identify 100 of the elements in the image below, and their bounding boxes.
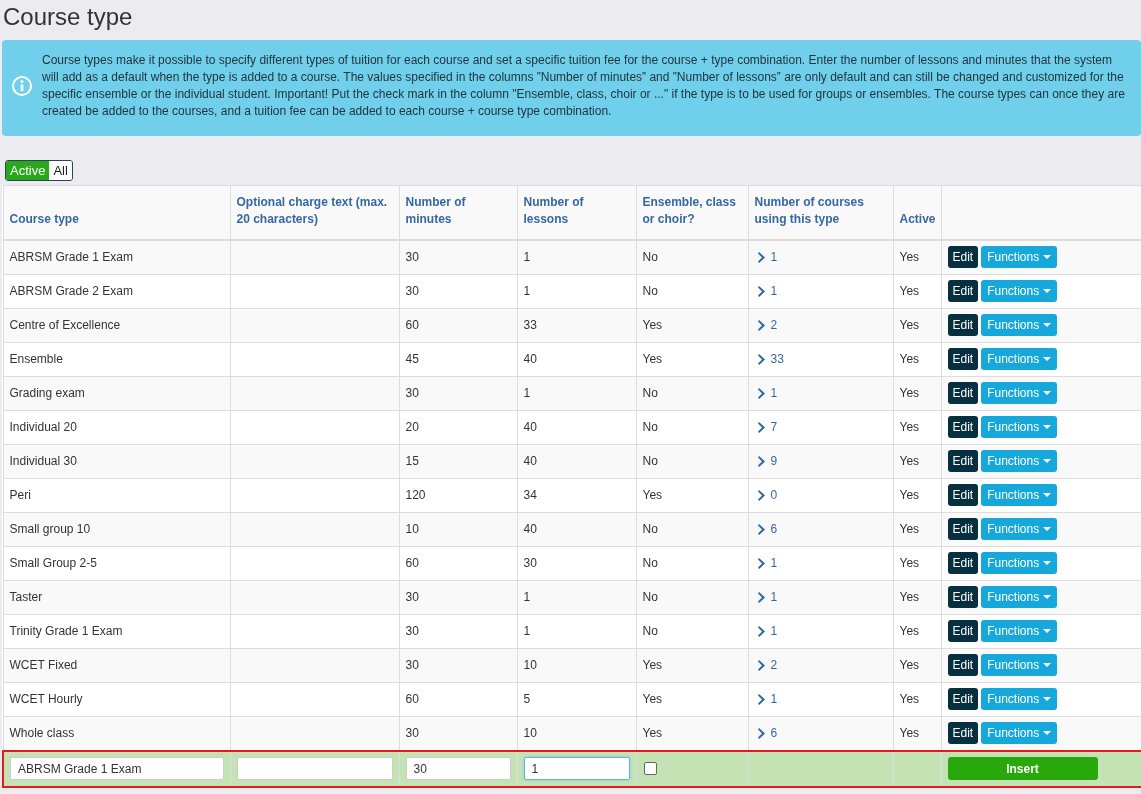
- chevron-right-icon: [757, 388, 765, 400]
- table-cell: Yes: [636, 682, 748, 717]
- course-count-link[interactable]: 1: [770, 249, 778, 267]
- table-cell: 34: [517, 478, 636, 513]
- caret-icon: [1043, 255, 1052, 260]
- table-cell: 5: [517, 682, 636, 717]
- edit-button[interactable]: Edit: [947, 450, 979, 473]
- table-cell: Yes: [893, 546, 941, 581]
- table-cell: No: [636, 614, 748, 649]
- table-cell: Individual 20: [3, 410, 230, 445]
- table-cell: Yes: [636, 648, 748, 683]
- table-cell: WCET Hourly: [3, 682, 230, 717]
- edit-button[interactable]: Edit: [947, 620, 979, 643]
- table-cell: 10: [399, 512, 517, 547]
- chevron-right-icon: [757, 286, 765, 298]
- table-cell: Taster: [3, 580, 230, 615]
- table-cell: Yes: [893, 308, 941, 343]
- edit-button[interactable]: Edit: [947, 586, 979, 609]
- chevron-right-icon: [757, 728, 765, 740]
- input-field[interactable]: [236, 757, 393, 781]
- course-count-link[interactable]: 33: [770, 351, 784, 369]
- course-count-link[interactable]: 6: [770, 521, 778, 539]
- table-cell: WCET Fixed: [3, 648, 230, 683]
- course-count-link[interactable]: 2: [770, 657, 778, 675]
- table-cell: 1: [517, 240, 636, 275]
- input-field[interactable]: ABRSM Grade 1 Exam: [10, 757, 224, 781]
- table-cell: Yes: [893, 682, 941, 717]
- chevron-right-icon: [757, 558, 765, 570]
- caret-icon: [1043, 595, 1052, 600]
- caret-icon: [1043, 425, 1052, 430]
- table-cell: No: [636, 580, 748, 615]
- input-field[interactable]: 30: [405, 757, 511, 781]
- table-cell: 60: [399, 308, 517, 343]
- table-cell: 120: [399, 478, 517, 513]
- course-count-link[interactable]: 1: [770, 555, 778, 573]
- table-cell: 1: [517, 614, 636, 649]
- table-cell: Grading exam: [3, 376, 230, 411]
- filter-toggle[interactable]: Active: [6, 161, 50, 181]
- page-title: Course type: [3, 2, 133, 32]
- course-count-link[interactable]: 1: [770, 385, 778, 403]
- filter-toggle[interactable]: All: [49, 161, 72, 181]
- chevron-right-icon: [757, 422, 765, 434]
- table-cell: 30: [399, 614, 517, 649]
- course-count-link[interactable]: 1: [770, 589, 778, 607]
- table-cell: ABRSM Grade 1 Exam: [3, 240, 230, 275]
- table-cell: No: [636, 512, 748, 547]
- table-cell: Small Group 2-5: [3, 546, 230, 581]
- table-cell: Peri: [3, 478, 230, 513]
- caret-icon: [1043, 663, 1052, 668]
- table-cell: Yes: [893, 274, 941, 309]
- course-count-link[interactable]: 1: [770, 623, 778, 641]
- checkbox[interactable]: [643, 762, 657, 776]
- caret-icon: [1043, 323, 1052, 328]
- caret-icon: [1043, 459, 1052, 464]
- info-icon: [12, 76, 32, 97]
- edit-button[interactable]: Edit: [947, 654, 979, 677]
- edit-button[interactable]: Edit: [947, 722, 979, 745]
- table-cell: 10: [517, 648, 636, 683]
- table-cell: 1: [517, 580, 636, 615]
- course-count-link[interactable]: 6: [770, 725, 778, 743]
- chevron-right-icon: [757, 320, 765, 332]
- edit-button[interactable]: Edit: [947, 518, 979, 541]
- course-count-link[interactable]: 2: [770, 317, 778, 335]
- table-cell: No: [636, 546, 748, 581]
- course-count-link[interactable]: 7: [770, 419, 778, 437]
- chevron-right-icon: [757, 694, 765, 706]
- table-cell: Individual 30: [3, 444, 230, 479]
- edit-button[interactable]: Edit: [947, 552, 979, 575]
- course-count-link[interactable]: 9: [770, 453, 778, 471]
- table-cell: 30: [399, 376, 517, 411]
- table-cell: Yes: [893, 580, 941, 615]
- insert-button[interactable]: Insert: [947, 757, 1098, 781]
- edit-button[interactable]: Edit: [947, 688, 979, 711]
- caret-icon: [1043, 493, 1052, 498]
- input-field[interactable]: 1: [523, 757, 630, 781]
- chevron-right-icon: [757, 456, 765, 468]
- chevron-right-icon: [757, 252, 765, 264]
- table-cell: 15: [399, 444, 517, 479]
- table-cell: Yes: [893, 376, 941, 411]
- table-cell: 1: [517, 274, 636, 309]
- edit-button[interactable]: Edit: [947, 246, 979, 269]
- table-cell: ABRSM Grade 2 Exam: [3, 274, 230, 309]
- course-count-link[interactable]: 0: [770, 487, 778, 505]
- table-cell: 30: [399, 274, 517, 309]
- table-cell: Trinity Grade 1 Exam: [3, 614, 230, 649]
- caret-icon: [1043, 629, 1052, 634]
- table-cell: Small group 10: [3, 512, 230, 547]
- edit-button[interactable]: Edit: [947, 348, 979, 371]
- edit-button[interactable]: Edit: [947, 416, 979, 439]
- edit-button[interactable]: Edit: [947, 382, 979, 405]
- course-count-link[interactable]: 1: [770, 283, 778, 301]
- chevron-right-icon: [757, 660, 765, 672]
- edit-button[interactable]: Edit: [947, 484, 979, 507]
- course-count-link[interactable]: 1: [770, 691, 778, 709]
- table-cell: 30: [399, 580, 517, 615]
- table-cell: 40: [517, 342, 636, 377]
- chevron-right-icon: [757, 592, 765, 604]
- chevron-right-icon: [757, 490, 765, 502]
- edit-button[interactable]: Edit: [947, 314, 979, 337]
- edit-button[interactable]: Edit: [947, 280, 979, 303]
